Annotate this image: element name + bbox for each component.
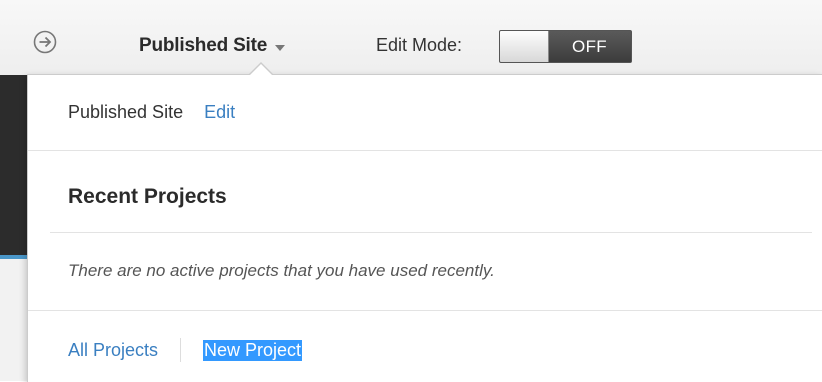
edit-mode-toggle[interactable]: OFF	[499, 30, 632, 63]
divider	[28, 310, 822, 311]
site-selector-label: Published Site	[139, 35, 268, 56]
site-selector-dropdown[interactable]: Published Site	[139, 34, 286, 58]
empty-projects-message: There are no active projects that you ha…	[68, 261, 495, 280]
background-page-strip	[0, 75, 28, 255]
published-site-row: Published Site Edit	[68, 102, 235, 123]
new-project-link[interactable]: New Project	[203, 339, 303, 361]
divider	[28, 150, 822, 151]
all-projects-link[interactable]: All Projects	[68, 340, 158, 361]
chevron-down-icon	[275, 44, 286, 51]
link-divider	[180, 338, 182, 362]
toggle-state-text: OFF	[572, 37, 607, 56]
divider	[50, 232, 812, 233]
recent-projects-title: Recent Projects	[68, 185, 227, 208]
footer-links: All Projects New Project	[68, 337, 303, 363]
published-site-label: Published Site	[68, 102, 184, 122]
background-content-strip	[0, 259, 28, 381]
top-bar: Published Site Edit Mode: OFF	[0, 0, 822, 75]
dropdown-pointer-fill	[249, 64, 273, 76]
toggle-knob[interactable]	[500, 31, 549, 62]
edit-link[interactable]: Edit	[204, 102, 235, 122]
circle-arrow-right-icon[interactable]	[33, 30, 57, 54]
edit-mode-label: Edit Mode:	[376, 35, 463, 55]
site-dropdown-panel: Published Site Edit Recent Projects There…	[27, 62, 822, 382]
